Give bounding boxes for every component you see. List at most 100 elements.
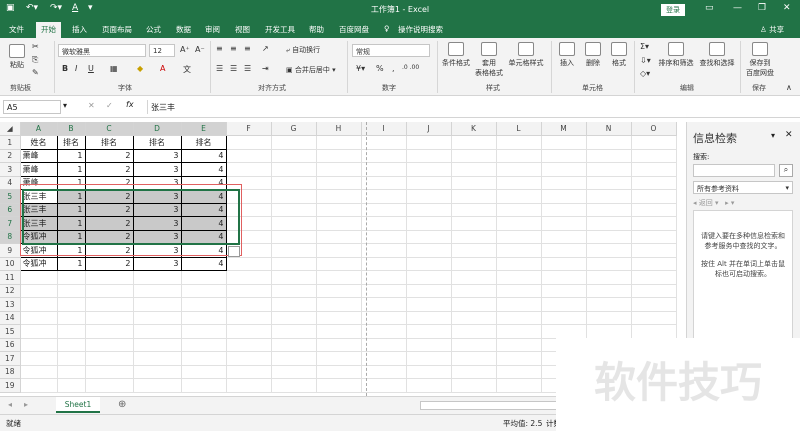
cell[interactable]: 萧峰 [19,148,58,163]
orientation-icon[interactable]: ↗ [262,44,269,53]
cell[interactable] [226,135,272,150]
search-go-icon[interactable]: ⌕ [779,164,793,177]
row-header[interactable]: 11 [0,270,21,285]
tab-formulas[interactable]: 公式 [146,24,161,35]
align-top-icon[interactable]: ≡ [216,44,223,53]
cell[interactable] [451,257,497,271]
column-header[interactable]: H [316,122,362,136]
cell[interactable] [541,270,587,285]
italic-icon[interactable]: I [75,64,77,73]
cell[interactable] [271,203,317,217]
fill-color-icon[interactable]: ◆ [137,64,143,73]
cell[interactable] [586,297,632,312]
cell[interactable] [451,149,497,163]
cell[interactable] [181,270,227,285]
cell[interactable] [406,176,452,190]
cell[interactable] [361,324,407,339]
sort-filter-button[interactable]: 排序和筛选 [656,42,696,68]
cell[interactable] [316,257,362,271]
cell[interactable] [406,365,452,379]
row-header[interactable]: 13 [0,297,21,312]
cell[interactable] [181,311,227,325]
cell[interactable] [631,324,677,339]
cell-styles-button[interactable]: 单元格样式 [506,42,546,68]
cell[interactable] [316,378,362,393]
cut-icon[interactable]: ✂ [32,42,39,51]
cell[interactable] [316,135,362,150]
cell[interactable] [631,284,677,298]
cell[interactable] [226,351,272,366]
pane-close-icon[interactable]: ✕ [785,130,793,140]
tab-insert[interactable]: 插入 [72,24,87,35]
comma-icon[interactable]: , [392,64,395,73]
cell[interactable] [271,149,317,163]
cell[interactable] [181,338,227,352]
cell[interactable] [586,176,632,190]
cell[interactable] [271,162,317,177]
cell[interactable] [133,284,182,298]
cell[interactable] [181,297,227,312]
column-header[interactable]: M [541,122,587,136]
copy-icon[interactable]: ⎘ [32,55,38,65]
row-header[interactable]: 9 [0,243,21,258]
cell[interactable] [406,203,452,217]
cell[interactable] [496,176,542,190]
cell[interactable] [271,257,317,271]
cell[interactable] [496,324,542,339]
row-header[interactable]: 10 [0,257,21,271]
select-all-corner[interactable]: ◢ [0,122,21,136]
cell[interactable]: 令狐冲 [19,256,58,271]
cell[interactable] [226,378,272,393]
cell[interactable] [406,324,452,339]
cell[interactable] [361,284,407,298]
number-format-select[interactable]: 常规 [352,44,430,57]
cell[interactable] [20,324,58,339]
cell[interactable] [226,257,272,271]
row-header[interactable]: 17 [0,351,21,366]
cell[interactable] [271,324,317,339]
column-header[interactable]: C [85,122,134,136]
cell[interactable] [451,338,497,352]
cell[interactable] [541,216,587,231]
ribbon-display-icon[interactable]: ▭ [705,3,714,13]
row-header[interactable]: 6 [0,203,21,217]
font-size-select[interactable]: 12 [149,44,175,57]
tab-help[interactable]: 帮助 [309,24,324,35]
cell[interactable] [361,257,407,271]
cell[interactable] [226,284,272,298]
row-header[interactable]: 12 [0,284,21,298]
cell[interactable] [406,338,452,352]
underline-icon[interactable]: U [88,64,94,73]
cell[interactable] [133,338,182,352]
cell[interactable] [406,149,452,163]
cell[interactable] [631,176,677,190]
cell[interactable] [541,149,587,163]
cell[interactable] [226,324,272,339]
cell[interactable] [496,189,542,204]
column-header[interactable]: N [586,122,632,136]
cell[interactable] [406,311,452,325]
cell[interactable]: 排名 [56,135,86,150]
cell[interactable] [316,176,362,190]
research-search-input[interactable] [693,164,775,177]
cell[interactable] [226,365,272,379]
cell[interactable] [361,297,407,312]
find-select-button[interactable]: 查找和选择 [697,42,737,68]
grow-font-icon[interactable]: A⁺ [180,45,190,54]
cell[interactable] [541,311,587,325]
cell[interactable] [133,365,182,379]
cell[interactable] [271,189,317,204]
cell[interactable]: 1 [56,162,86,177]
cell[interactable] [586,284,632,298]
cell[interactable] [316,203,362,217]
cell[interactable] [406,297,452,312]
cell[interactable] [586,162,632,177]
row-header[interactable]: 18 [0,365,21,379]
cell[interactable] [406,162,452,177]
cell[interactable] [226,149,272,163]
cell[interactable] [631,162,677,177]
cell[interactable] [226,270,272,285]
close-icon[interactable]: ✕ [783,3,791,13]
name-box[interactable]: A5 [3,100,61,114]
cell[interactable] [496,351,542,366]
